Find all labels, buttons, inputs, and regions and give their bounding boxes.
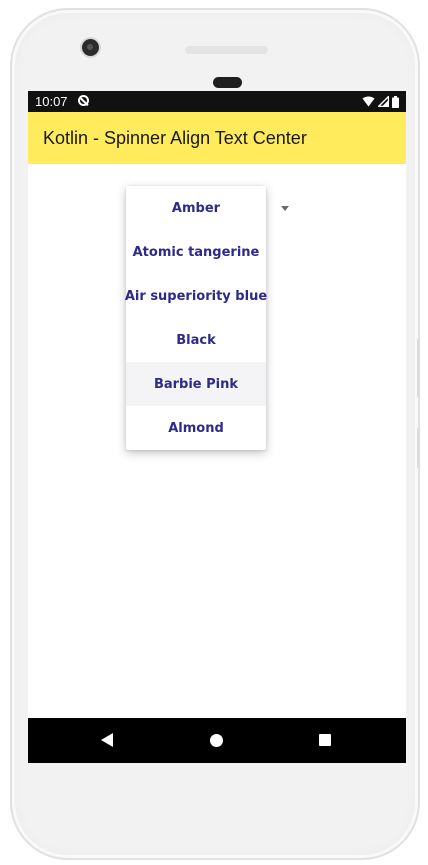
dropdown-item-atomic-tangerine[interactable]: Atomic tangerine bbox=[126, 230, 266, 274]
app-bar: Kotlin - Spinner Align Text Center bbox=[28, 112, 406, 164]
dropdown-item-barbie-pink[interactable]: Barbie Pink bbox=[126, 362, 266, 406]
speaker-grille bbox=[185, 46, 268, 54]
do-not-disturb-icon bbox=[78, 95, 89, 106]
battery-icon bbox=[392, 95, 399, 108]
screen: 10:07 Kotlin - Spinner Align Text Center… bbox=[28, 91, 406, 763]
status-icons bbox=[362, 94, 399, 109]
dropdown-item-black[interactable]: Black bbox=[126, 318, 266, 362]
dropdown-item-amber[interactable]: Amber bbox=[126, 186, 266, 230]
dropdown-item-air-superiority-blue[interactable]: Air superiority blue bbox=[125, 274, 267, 318]
navigation-bar bbox=[28, 718, 406, 763]
spinner-dropdown-list: Amber Atomic tangerine Air superiority b… bbox=[125, 186, 267, 450]
wifi-icon bbox=[362, 96, 375, 107]
status-time: 10:07 bbox=[35, 94, 68, 109]
spinner-dropdown-arrow-icon[interactable] bbox=[281, 206, 289, 211]
volume-button bbox=[417, 428, 420, 468]
dropdown-item-almond[interactable]: Almond bbox=[126, 406, 266, 450]
home-icon[interactable] bbox=[210, 734, 223, 747]
front-camera bbox=[82, 39, 99, 56]
back-icon[interactable] bbox=[101, 733, 113, 747]
power-button bbox=[417, 338, 420, 398]
recents-icon[interactable] bbox=[319, 734, 331, 746]
app-title: Kotlin - Spinner Align Text Center bbox=[43, 128, 307, 148]
signal-icon bbox=[378, 96, 389, 107]
earpiece bbox=[213, 77, 242, 88]
status-bar: 10:07 bbox=[28, 91, 406, 112]
